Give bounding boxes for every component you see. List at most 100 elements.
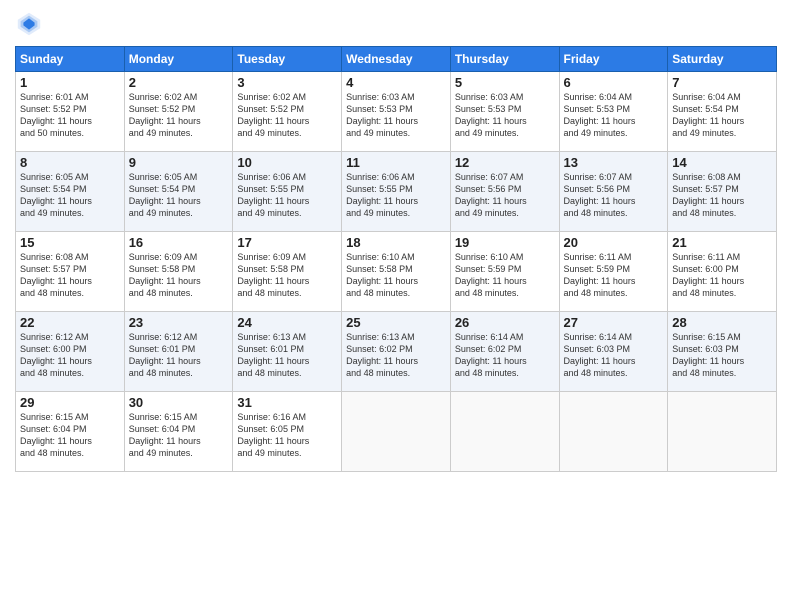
calendar-cell: 10Sunrise: 6:06 AM Sunset: 5:55 PM Dayli… (233, 152, 342, 232)
calendar-cell: 13Sunrise: 6:07 AM Sunset: 5:56 PM Dayli… (559, 152, 668, 232)
calendar-cell: 2Sunrise: 6:02 AM Sunset: 5:52 PM Daylig… (124, 72, 233, 152)
day-info: Sunrise: 6:04 AM Sunset: 5:53 PM Dayligh… (564, 91, 664, 140)
day-number: 7 (672, 75, 772, 90)
day-number: 20 (564, 235, 664, 250)
calendar-cell: 12Sunrise: 6:07 AM Sunset: 5:56 PM Dayli… (450, 152, 559, 232)
day-info: Sunrise: 6:09 AM Sunset: 5:58 PM Dayligh… (237, 251, 337, 300)
day-info: Sunrise: 6:03 AM Sunset: 5:53 PM Dayligh… (346, 91, 446, 140)
calendar-cell: 18Sunrise: 6:10 AM Sunset: 5:58 PM Dayli… (342, 232, 451, 312)
day-number: 25 (346, 315, 446, 330)
calendar-cell: 7Sunrise: 6:04 AM Sunset: 5:54 PM Daylig… (668, 72, 777, 152)
calendar-cell: 30Sunrise: 6:15 AM Sunset: 6:04 PM Dayli… (124, 392, 233, 472)
day-number: 27 (564, 315, 664, 330)
calendar-cell (342, 392, 451, 472)
col-header-friday: Friday (559, 47, 668, 72)
day-info: Sunrise: 6:08 AM Sunset: 5:57 PM Dayligh… (20, 251, 120, 300)
calendar-cell: 21Sunrise: 6:11 AM Sunset: 6:00 PM Dayli… (668, 232, 777, 312)
day-info: Sunrise: 6:14 AM Sunset: 6:03 PM Dayligh… (564, 331, 664, 380)
calendar-cell (559, 392, 668, 472)
calendar-cell (450, 392, 559, 472)
week-row-1: 1Sunrise: 6:01 AM Sunset: 5:52 PM Daylig… (16, 72, 777, 152)
day-info: Sunrise: 6:12 AM Sunset: 6:01 PM Dayligh… (129, 331, 229, 380)
day-number: 9 (129, 155, 229, 170)
day-info: Sunrise: 6:15 AM Sunset: 6:04 PM Dayligh… (129, 411, 229, 460)
day-info: Sunrise: 6:03 AM Sunset: 5:53 PM Dayligh… (455, 91, 555, 140)
logo-icon (15, 10, 43, 38)
calendar-cell: 24Sunrise: 6:13 AM Sunset: 6:01 PM Dayli… (233, 312, 342, 392)
week-row-4: 22Sunrise: 6:12 AM Sunset: 6:00 PM Dayli… (16, 312, 777, 392)
col-header-sunday: Sunday (16, 47, 125, 72)
calendar-cell: 4Sunrise: 6:03 AM Sunset: 5:53 PM Daylig… (342, 72, 451, 152)
day-info: Sunrise: 6:04 AM Sunset: 5:54 PM Dayligh… (672, 91, 772, 140)
header (15, 10, 777, 38)
calendar-cell: 9Sunrise: 6:05 AM Sunset: 5:54 PM Daylig… (124, 152, 233, 232)
calendar-cell: 23Sunrise: 6:12 AM Sunset: 6:01 PM Dayli… (124, 312, 233, 392)
calendar-cell: 19Sunrise: 6:10 AM Sunset: 5:59 PM Dayli… (450, 232, 559, 312)
calendar-table: SundayMondayTuesdayWednesdayThursdayFrid… (15, 46, 777, 472)
day-info: Sunrise: 6:14 AM Sunset: 6:02 PM Dayligh… (455, 331, 555, 380)
day-number: 24 (237, 315, 337, 330)
day-number: 4 (346, 75, 446, 90)
calendar-cell: 25Sunrise: 6:13 AM Sunset: 6:02 PM Dayli… (342, 312, 451, 392)
calendar-cell: 26Sunrise: 6:14 AM Sunset: 6:02 PM Dayli… (450, 312, 559, 392)
day-number: 10 (237, 155, 337, 170)
day-number: 3 (237, 75, 337, 90)
day-info: Sunrise: 6:10 AM Sunset: 5:58 PM Dayligh… (346, 251, 446, 300)
col-header-wednesday: Wednesday (342, 47, 451, 72)
day-number: 14 (672, 155, 772, 170)
day-number: 2 (129, 75, 229, 90)
day-info: Sunrise: 6:16 AM Sunset: 6:05 PM Dayligh… (237, 411, 337, 460)
calendar-cell (668, 392, 777, 472)
calendar-cell: 3Sunrise: 6:02 AM Sunset: 5:52 PM Daylig… (233, 72, 342, 152)
day-number: 19 (455, 235, 555, 250)
day-info: Sunrise: 6:10 AM Sunset: 5:59 PM Dayligh… (455, 251, 555, 300)
calendar-cell: 6Sunrise: 6:04 AM Sunset: 5:53 PM Daylig… (559, 72, 668, 152)
day-info: Sunrise: 6:09 AM Sunset: 5:58 PM Dayligh… (129, 251, 229, 300)
week-row-3: 15Sunrise: 6:08 AM Sunset: 5:57 PM Dayli… (16, 232, 777, 312)
day-number: 15 (20, 235, 120, 250)
day-number: 31 (237, 395, 337, 410)
calendar-cell: 14Sunrise: 6:08 AM Sunset: 5:57 PM Dayli… (668, 152, 777, 232)
calendar-container: SundayMondayTuesdayWednesdayThursdayFrid… (0, 0, 792, 482)
day-number: 6 (564, 75, 664, 90)
day-number: 16 (129, 235, 229, 250)
calendar-cell: 20Sunrise: 6:11 AM Sunset: 5:59 PM Dayli… (559, 232, 668, 312)
calendar-cell: 11Sunrise: 6:06 AM Sunset: 5:55 PM Dayli… (342, 152, 451, 232)
day-info: Sunrise: 6:15 AM Sunset: 6:04 PM Dayligh… (20, 411, 120, 460)
day-info: Sunrise: 6:06 AM Sunset: 5:55 PM Dayligh… (237, 171, 337, 220)
day-info: Sunrise: 6:01 AM Sunset: 5:52 PM Dayligh… (20, 91, 120, 140)
day-number: 30 (129, 395, 229, 410)
day-info: Sunrise: 6:11 AM Sunset: 6:00 PM Dayligh… (672, 251, 772, 300)
day-number: 12 (455, 155, 555, 170)
day-info: Sunrise: 6:05 AM Sunset: 5:54 PM Dayligh… (20, 171, 120, 220)
logo (15, 10, 47, 38)
calendar-cell: 16Sunrise: 6:09 AM Sunset: 5:58 PM Dayli… (124, 232, 233, 312)
calendar-cell: 22Sunrise: 6:12 AM Sunset: 6:00 PM Dayli… (16, 312, 125, 392)
calendar-cell: 31Sunrise: 6:16 AM Sunset: 6:05 PM Dayli… (233, 392, 342, 472)
day-of-week-row: SundayMondayTuesdayWednesdayThursdayFrid… (16, 47, 777, 72)
col-header-saturday: Saturday (668, 47, 777, 72)
day-info: Sunrise: 6:08 AM Sunset: 5:57 PM Dayligh… (672, 171, 772, 220)
day-number: 5 (455, 75, 555, 90)
day-info: Sunrise: 6:13 AM Sunset: 6:02 PM Dayligh… (346, 331, 446, 380)
calendar-body: 1Sunrise: 6:01 AM Sunset: 5:52 PM Daylig… (16, 72, 777, 472)
day-number: 29 (20, 395, 120, 410)
col-header-monday: Monday (124, 47, 233, 72)
day-number: 23 (129, 315, 229, 330)
calendar-cell: 17Sunrise: 6:09 AM Sunset: 5:58 PM Dayli… (233, 232, 342, 312)
day-number: 13 (564, 155, 664, 170)
day-number: 8 (20, 155, 120, 170)
day-number: 1 (20, 75, 120, 90)
day-number: 26 (455, 315, 555, 330)
calendar-cell: 5Sunrise: 6:03 AM Sunset: 5:53 PM Daylig… (450, 72, 559, 152)
day-number: 17 (237, 235, 337, 250)
day-info: Sunrise: 6:13 AM Sunset: 6:01 PM Dayligh… (237, 331, 337, 380)
day-info: Sunrise: 6:02 AM Sunset: 5:52 PM Dayligh… (129, 91, 229, 140)
week-row-2: 8Sunrise: 6:05 AM Sunset: 5:54 PM Daylig… (16, 152, 777, 232)
calendar-cell: 1Sunrise: 6:01 AM Sunset: 5:52 PM Daylig… (16, 72, 125, 152)
day-info: Sunrise: 6:05 AM Sunset: 5:54 PM Dayligh… (129, 171, 229, 220)
calendar-cell: 27Sunrise: 6:14 AM Sunset: 6:03 PM Dayli… (559, 312, 668, 392)
day-number: 11 (346, 155, 446, 170)
week-row-5: 29Sunrise: 6:15 AM Sunset: 6:04 PM Dayli… (16, 392, 777, 472)
calendar-cell: 29Sunrise: 6:15 AM Sunset: 6:04 PM Dayli… (16, 392, 125, 472)
